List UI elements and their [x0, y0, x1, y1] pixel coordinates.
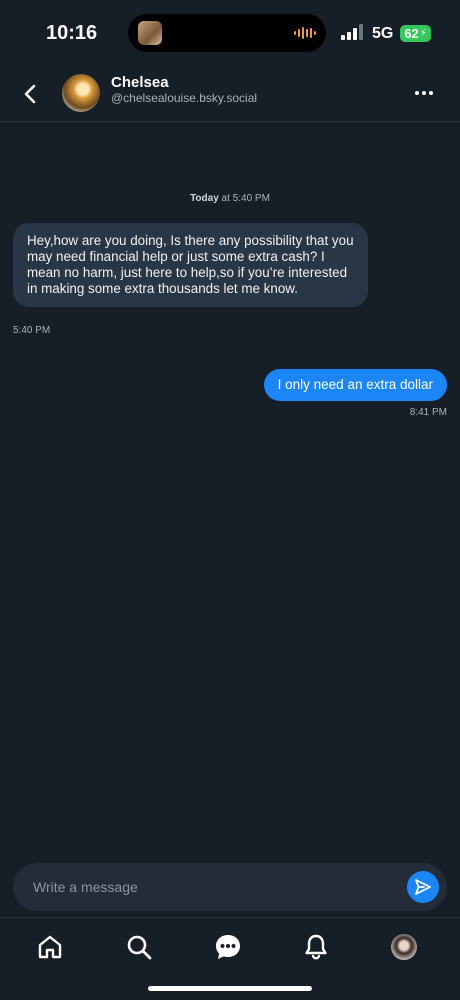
outgoing-message-bubble[interactable]: I only need an extra dollar [263, 369, 447, 401]
status-time: 10:16 [46, 22, 98, 44]
cellular-signal-icon [341, 24, 363, 40]
status-bar: 10:16 5G 62 ⚡ [0, 0, 460, 66]
send-icon [415, 879, 431, 895]
message-input[interactable] [33, 875, 393, 899]
send-button[interactable] [407, 871, 439, 903]
contact-name[interactable]: Chelsea [111, 74, 169, 91]
outgoing-message-time: 8:41 PM [409, 407, 447, 418]
battery-indicator: 62 ⚡ [400, 25, 431, 42]
date-separator-time: at 5:40 PM [218, 193, 270, 204]
now-playing-artwork [138, 21, 162, 45]
contact-handle: @chelsealouise.bsky.social [111, 91, 258, 105]
message-composer [13, 863, 447, 911]
incoming-message-time: 5:40 PM [13, 325, 51, 336]
nav-search[interactable] [125, 933, 153, 961]
incoming-message-bubble[interactable]: Hey,how are you doing, Is there any poss… [13, 223, 368, 307]
battery-level: 62 [404, 26, 419, 41]
date-separator: Today at 5:40 PM [0, 193, 460, 204]
home-icon [38, 935, 62, 959]
audio-wave-icon [294, 27, 316, 39]
dynamic-island[interactable] [128, 14, 326, 52]
nav-home[interactable] [36, 933, 64, 961]
conversation-header: Chelsea @chelsealouise.bsky.social [0, 66, 460, 122]
network-type: 5G [372, 25, 394, 42]
chat-icon [216, 935, 240, 959]
charging-icon: ⚡ [419, 28, 427, 39]
bottom-navigation [0, 917, 460, 977]
date-separator-day: Today [190, 193, 219, 204]
nav-chat[interactable] [214, 933, 242, 961]
search-icon [127, 935, 152, 960]
nav-notifications[interactable] [302, 933, 330, 961]
profile-avatar [391, 934, 417, 960]
home-indicator[interactable] [148, 986, 312, 991]
back-chevron-icon[interactable] [20, 83, 42, 105]
more-options-icon[interactable] [414, 88, 434, 98]
bell-icon [305, 934, 327, 960]
nav-profile[interactable] [390, 933, 418, 961]
contact-avatar[interactable] [62, 74, 100, 112]
